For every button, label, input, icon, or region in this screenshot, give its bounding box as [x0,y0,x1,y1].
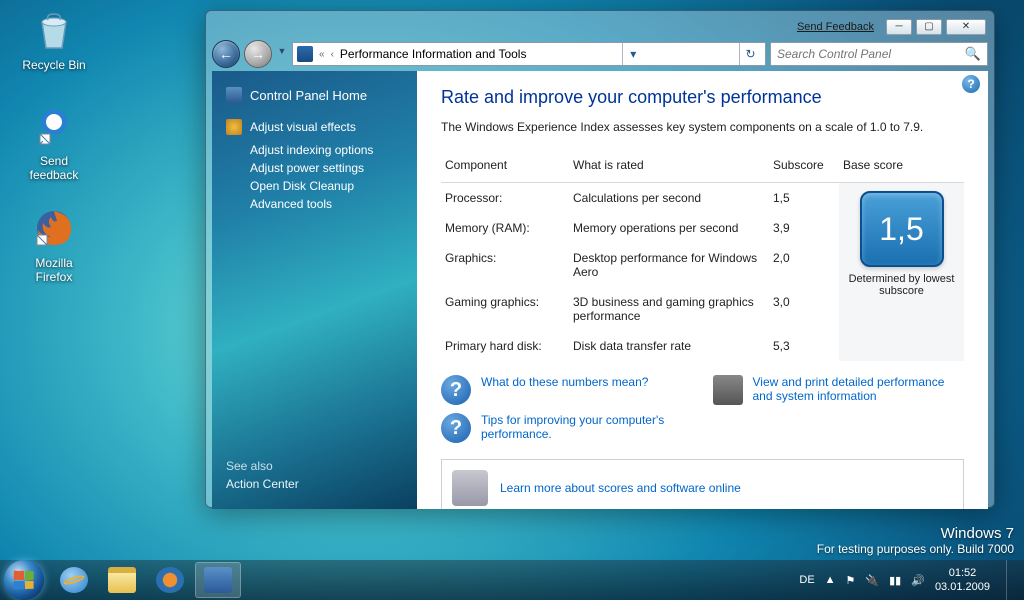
tray-flag-icon[interactable]: ⚑ [846,574,856,587]
question-icon: ? [441,375,471,405]
see-also-action-center[interactable]: Action Center [226,477,299,491]
ie-icon [60,567,88,593]
toolbar: ← → ▼ « ‹ Performance Information and To… [212,39,988,69]
col-component: Component [441,152,569,183]
tray-power-icon[interactable]: 🔌 [865,574,879,587]
breadcrumb-chevron[interactable]: « [319,49,325,60]
desktop-icon-label: Send feedback [16,154,92,182]
base-score-caption: Determined by lowest subscore [843,273,960,297]
main-content: ? Rate and improve your computer's perfo… [417,71,988,509]
link-what-numbers-mean[interactable]: What do these numbers mean? [481,375,648,389]
breadcrumb-title[interactable]: Performance Information and Tools [340,47,527,61]
tray-language[interactable]: DE [799,574,814,586]
taskbar-ie[interactable] [51,562,97,598]
windows-logo-icon [14,571,34,590]
start-button[interactable] [4,560,44,600]
breadcrumb-chevron[interactable]: ‹ [331,49,334,60]
show-desktop-button[interactable] [1006,560,1016,600]
nav-history-dropdown[interactable]: ▼ [276,46,288,62]
control-panel-icon [297,46,313,62]
taskbar-explorer[interactable] [99,562,145,598]
tray-volume-icon[interactable]: 🔊 [911,574,925,587]
forward-button[interactable]: → [244,40,272,68]
sidebar-adjust-indexing[interactable]: Adjust indexing options [212,143,417,157]
taskbar-media-player[interactable] [147,562,193,598]
address-bar[interactable]: « ‹ Performance Information and Tools ▾ … [292,42,766,66]
desktop-icon-firefox[interactable]: Mozilla Firefox [16,204,92,284]
recycle-bin-icon [30,6,78,54]
desktop-icon-label: Recycle Bin [16,58,92,72]
sidebar: Control Panel Home Adjust visual effects… [212,71,417,509]
tray-clock[interactable]: 01:52 03.01.2009 [935,566,990,595]
address-dropdown[interactable]: ▾ [622,43,644,65]
search-box[interactable]: 🔍 [770,42,988,66]
folder-icon [108,567,136,593]
base-score-badge: 1,5 [860,191,944,267]
sidebar-adjust-visual-effects[interactable]: Adjust visual effects [212,115,417,139]
tray-show-hidden-icons[interactable]: ▲ [825,574,836,586]
refresh-button[interactable]: ↻ [739,43,761,65]
system-tray: DE ▲ ⚑ 🔌 ▮▮ 🔊 01:52 03.01.2009 [799,560,1020,600]
maximize-button[interactable]: ▢ [916,19,942,35]
desktop-watermark: Windows 7 For testing purposes only. Bui… [817,525,1014,556]
sidebar-adjust-power[interactable]: Adjust power settings [212,161,417,175]
desktop-icon-label: Mozilla Firefox [16,256,92,284]
sidebar-control-panel-home[interactable]: Control Panel Home [212,83,417,107]
col-rated: What is rated [569,152,769,183]
see-also-header: See also [226,459,299,473]
table-row: Processor: Calculations per second 1,5 1… [441,183,964,214]
control-panel-task-icon [204,567,232,593]
col-subscore: Subscore [769,152,839,183]
link-view-print[interactable]: View and print detailed performance and … [753,375,965,403]
shield-icon [226,119,242,135]
link-tips[interactable]: Tips for improving your computer's perfo… [481,413,693,441]
sidebar-open-disk-cleanup[interactable]: Open Disk Cleanup [212,179,417,193]
sidebar-advanced-tools[interactable]: Advanced tools [212,197,417,211]
printer-icon [713,375,743,405]
search-input[interactable] [777,47,965,61]
explorer-window: Send Feedback ─ ▢ ✕ ← → ▼ « ‹ Performanc… [205,10,995,508]
help-button[interactable]: ? [962,75,980,93]
send-feedback-link[interactable]: Send Feedback [797,21,874,33]
feedback-icon [30,102,78,150]
desktop-icon-send-feedback[interactable]: Send feedback [16,102,92,182]
disc-icon [452,470,488,506]
col-base: Base score [839,152,964,183]
tray-network-icon[interactable]: ▮▮ [889,574,901,587]
learn-more-box: Learn more about scores and software onl… [441,459,964,509]
desktop-icon-recycle-bin[interactable]: Recycle Bin [16,6,92,72]
taskbar: DE ▲ ⚑ 🔌 ▮▮ 🔊 01:52 03.01.2009 [0,560,1024,600]
wei-table: Component What is rated Subscore Base sc… [441,152,964,361]
firefox-icon [30,204,78,252]
link-learn-more[interactable]: Learn more about scores and software onl… [500,481,741,495]
minimize-button[interactable]: ─ [886,19,912,35]
media-player-icon [156,567,184,593]
titlebar[interactable]: Send Feedback ─ ▢ ✕ [212,17,988,37]
intro-text: The Windows Experience Index assesses ke… [441,120,964,134]
page-heading: Rate and improve your computer's perform… [441,87,964,108]
close-button[interactable]: ✕ [946,19,986,35]
taskbar-performance-info[interactable] [195,562,241,598]
back-button[interactable]: ← [212,40,240,68]
search-icon[interactable]: 🔍 [965,46,981,62]
question-icon: ? [441,413,471,443]
home-icon [226,87,242,103]
